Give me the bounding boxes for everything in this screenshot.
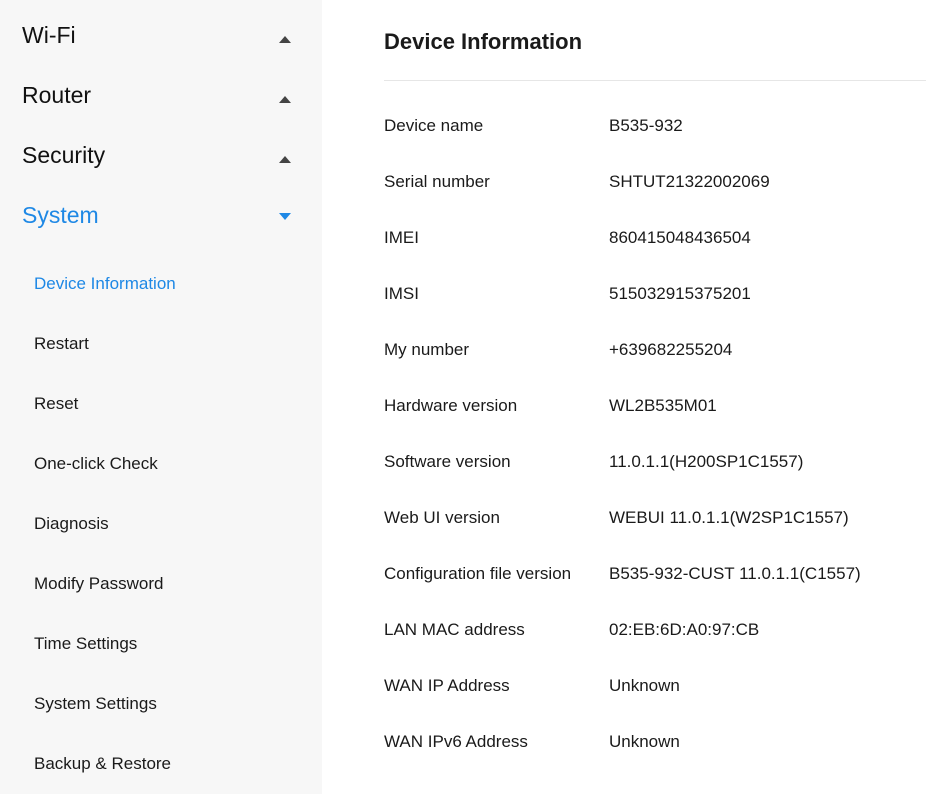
info-label: Device name xyxy=(384,116,484,135)
sidebar-section-label: Wi-Fi xyxy=(22,22,76,48)
sidebar-section-wifi[interactable]: Wi-Fi xyxy=(0,3,322,63)
info-row-my-number: My number +639682255204 xyxy=(384,340,926,396)
info-row-imsi: IMSI 515032915375201 xyxy=(384,284,926,340)
info-value: B535-932-CUST 11.0.1.1(C1557) xyxy=(609,564,861,583)
sidebar-item-label: Device Information xyxy=(34,274,176,293)
sidebar-section-label: Security xyxy=(22,142,106,168)
sidebar-menu: Wi-Fi Router Security System Device Info… xyxy=(0,0,322,794)
info-label: WAN IPv6 Address xyxy=(384,732,528,751)
sidebar-item-modify-password[interactable]: Modify Password xyxy=(0,553,322,613)
info-row-web-ui-version: Web UI version WEBUI 11.0.1.1(W2SP1C1557… xyxy=(384,508,926,564)
info-row-hardware-version: Hardware version WL2B535M01 xyxy=(384,396,926,452)
caret-down-icon xyxy=(279,213,291,220)
info-row-lan-mac-address: LAN MAC address 02:EB:6D:A0:97:CB xyxy=(384,620,926,676)
info-label: LAN MAC address xyxy=(384,620,525,639)
info-row-device-name: Device name B535-932 xyxy=(384,116,926,172)
info-value: +639682255204 xyxy=(609,340,733,359)
sidebar-item-system-settings[interactable]: System Settings xyxy=(0,673,322,733)
info-label: IMSI xyxy=(384,284,419,303)
info-value: Unknown xyxy=(609,676,680,695)
info-row-wan-ip-address: WAN IP Address Unknown xyxy=(384,676,926,732)
info-label: IMEI xyxy=(384,228,419,247)
sidebar-item-one-click-check[interactable]: One-click Check xyxy=(0,433,322,493)
sidebar-item-backup-restore[interactable]: Backup & Restore xyxy=(0,733,322,793)
info-value: 860415048436504 xyxy=(609,228,751,247)
sidebar-item-time-settings[interactable]: Time Settings xyxy=(0,613,322,673)
device-information-panel: Device Information Device name B535-932 … xyxy=(322,0,926,794)
sidebar-item-reset[interactable]: Reset xyxy=(0,373,322,433)
sidebar-item-label: Restart xyxy=(34,334,89,353)
info-value: Unknown xyxy=(609,732,680,751)
sidebar-item-label: Time Settings xyxy=(34,634,138,653)
info-label: Configuration file version xyxy=(384,564,572,583)
page-title: Device Information xyxy=(384,29,583,54)
info-row-imei: IMEI 860415048436504 xyxy=(384,228,926,284)
sidebar-item-restart[interactable]: Restart xyxy=(0,313,322,373)
info-value: SHTUT21322002069 xyxy=(609,172,770,191)
info-value: B535-932 xyxy=(609,116,683,135)
info-row-wan-ipv6-address: WAN IPv6 Address Unknown xyxy=(384,732,926,788)
info-value: 02:EB:6D:A0:97:CB xyxy=(609,620,760,639)
info-label: Serial number xyxy=(384,172,490,191)
title-divider xyxy=(384,80,926,81)
info-label: My number xyxy=(384,340,470,359)
sidebar-item-label: Backup & Restore xyxy=(34,754,172,773)
info-row-configuration-file-version: Configuration file version B535-932-CUST… xyxy=(384,564,926,620)
sidebar-section-system[interactable]: System xyxy=(0,183,322,243)
info-value: WEBUI 11.0.1.1(W2SP1C1557) xyxy=(609,508,849,527)
sidebar-item-label: Modify Password xyxy=(34,574,164,593)
info-value: 515032915375201 xyxy=(609,284,751,303)
sidebar-item-diagnosis[interactable]: Diagnosis xyxy=(0,493,322,553)
sidebar-item-label: Diagnosis xyxy=(34,514,109,533)
info-label: Software version xyxy=(384,452,511,471)
info-row-serial-number: Serial number SHTUT21322002069 xyxy=(384,172,926,228)
info-value: WL2B535M01 xyxy=(609,396,717,415)
caret-up-icon xyxy=(279,36,291,43)
caret-up-icon xyxy=(279,156,291,163)
info-label: Hardware version xyxy=(384,396,518,415)
sidebar-item-device-information[interactable]: Device Information xyxy=(0,253,322,313)
info-label: Web UI version xyxy=(384,508,500,527)
sidebar-section-label: Router xyxy=(22,82,92,108)
sidebar-section-security[interactable]: Security xyxy=(0,123,322,183)
sidebar-section-router[interactable]: Router xyxy=(0,63,322,123)
info-label: WAN IP Address xyxy=(384,676,510,695)
caret-up-icon xyxy=(279,96,291,103)
sidebar-item-label: Reset xyxy=(34,394,79,413)
info-value: 11.0.1.1(H200SP1C1557) xyxy=(609,452,804,471)
sidebar-item-label: One-click Check xyxy=(34,454,158,473)
sidebar-item-label: System Settings xyxy=(34,694,157,713)
sidebar-section-label: System xyxy=(22,202,99,228)
info-row-software-version: Software version 11.0.1.1(H200SP1C1557) xyxy=(384,452,926,508)
